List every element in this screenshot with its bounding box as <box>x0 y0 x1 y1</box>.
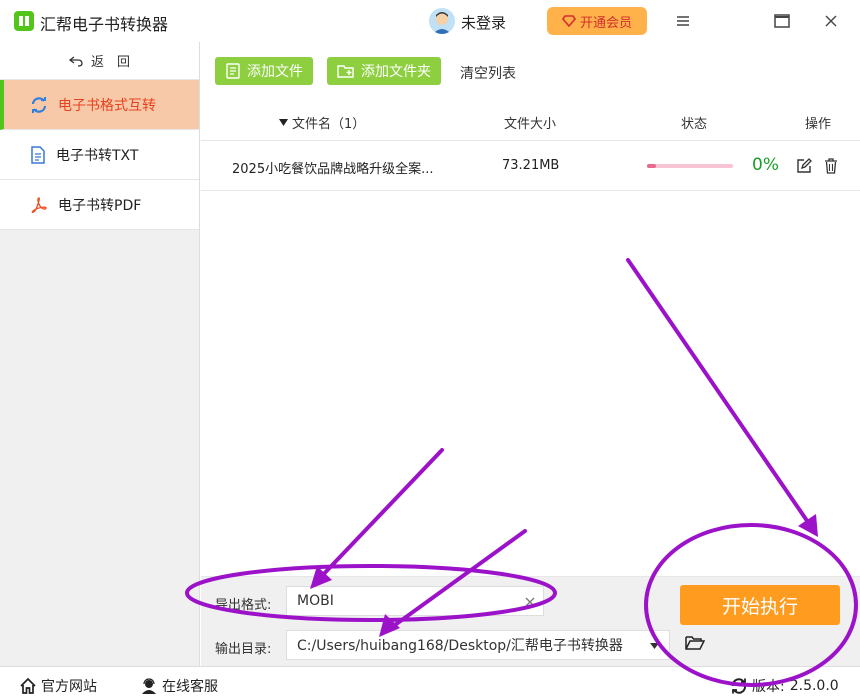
vip-button[interactable]: 开通会员 <box>547 7 647 35</box>
back-button[interactable]: 返 回 <box>0 42 199 80</box>
login-status[interactable]: 未登录 <box>461 12 506 33</box>
add-file-icon <box>226 63 240 79</box>
table-row[interactable]: 2025小吃餐饮品牌战略升级全案... 73.21MB 0% <box>201 141 860 191</box>
back-label: 返 回 <box>90 55 130 70</box>
status-bar: 官方网站 在线客服 版本: 2.5.0.0 <box>0 666 860 700</box>
sort-down-icon <box>279 119 288 126</box>
add-file-label: 添加文件 <box>247 64 303 80</box>
file-name: 2025小吃餐饮品牌战略升级全案... <box>232 162 434 177</box>
version-number: 2.5.0.0 <box>789 678 839 694</box>
sidebar-item-label: 电子书格式互转 <box>58 97 156 114</box>
sidebar: 返 回 电子书格式互转 电子书转TXT 电子书转PDF <box>0 42 200 666</box>
title-bar: 汇帮电子书转换器 未登录 开通会员 <box>0 0 860 42</box>
format-value: MOBI <box>297 593 334 609</box>
version-info[interactable]: 版本: 2.5.0.0 <box>731 676 839 696</box>
customer-service-icon <box>142 678 156 694</box>
annotation-arrowhead-start <box>798 514 818 537</box>
progress-bar <box>647 164 733 168</box>
pdf-icon <box>31 196 47 213</box>
folder-open-icon[interactable] <box>685 635 706 655</box>
progress-fill <box>647 164 656 168</box>
column-header-action: 操作 <box>805 117 832 132</box>
column-header-name-label: 文件名（1） <box>292 117 366 132</box>
sidebar-item-format-convert[interactable]: 电子书格式互转 <box>0 80 199 130</box>
document-icon <box>31 145 45 164</box>
avatar[interactable] <box>429 8 455 34</box>
annotation-arrow-format <box>316 448 444 582</box>
maximize-icon[interactable] <box>772 11 792 31</box>
trash-icon[interactable] <box>824 158 838 178</box>
close-icon[interactable] <box>821 11 841 31</box>
clear-icon[interactable] <box>525 597 535 607</box>
version-label: 版本: <box>752 679 785 695</box>
start-button[interactable]: 开始执行 <box>680 585 840 625</box>
app-window: 汇帮电子书转换器 未登录 开通会员 返 回 电子书格式互转 电子书转TXT 电子… <box>0 0 860 700</box>
progress-percent: 0% <box>752 155 779 175</box>
file-size: 73.21MB <box>502 158 560 173</box>
edit-icon[interactable] <box>796 158 812 178</box>
column-header-status: 状态 <box>681 117 708 132</box>
vip-label: 开通会员 <box>579 15 632 31</box>
official-website-link[interactable]: 官方网站 <box>20 676 97 696</box>
refresh-icon <box>31 96 47 113</box>
sidebar-item-to-txt[interactable]: 电子书转TXT <box>0 130 199 180</box>
toolbar: 添加文件 添加文件夹 清空列表 <box>201 42 860 100</box>
sidebar-item-to-pdf[interactable]: 电子书转PDF <box>0 180 199 230</box>
add-folder-label: 添加文件夹 <box>361 64 431 80</box>
online-service-label: 在线客服 <box>162 679 218 695</box>
annotation-arrow-start <box>626 258 814 530</box>
format-label: 导出格式: <box>215 598 272 613</box>
output-dir-value: C:/Users/huibang168/Desktop/汇帮电子书转换器 <box>297 638 623 654</box>
online-service-link[interactable]: 在线客服 <box>141 676 218 696</box>
sidebar-item-label: 电子书转PDF <box>58 197 142 214</box>
add-folder-button[interactable]: 添加文件夹 <box>327 57 441 85</box>
app-title: 汇帮电子书转换器 <box>40 15 169 34</box>
diamond-icon <box>561 15 576 27</box>
menu-icon[interactable] <box>673 11 693 31</box>
app-logo-icon <box>14 11 34 31</box>
official-website-label: 官方网站 <box>41 679 97 695</box>
home-icon <box>20 678 36 694</box>
clear-list-button[interactable]: 清空列表 <box>460 63 516 83</box>
chevron-down-icon <box>650 643 659 649</box>
format-select[interactable]: MOBI <box>286 586 544 616</box>
file-table-header: 文件名（1） 文件大小 状态 操作 <box>201 100 860 141</box>
output-dir-label: 输出目录: <box>215 642 272 657</box>
update-icon <box>731 678 747 694</box>
add-file-button[interactable]: 添加文件 <box>215 57 313 85</box>
back-arrow-icon <box>68 55 83 67</box>
column-header-size: 文件大小 <box>504 117 557 132</box>
sidebar-item-label: 电子书转TXT <box>56 147 139 164</box>
add-folder-icon <box>337 65 354 78</box>
output-dir-select[interactable]: C:/Users/huibang168/Desktop/汇帮电子书转换器 <box>286 630 670 660</box>
column-header-name[interactable]: 文件名（1） <box>279 113 365 132</box>
